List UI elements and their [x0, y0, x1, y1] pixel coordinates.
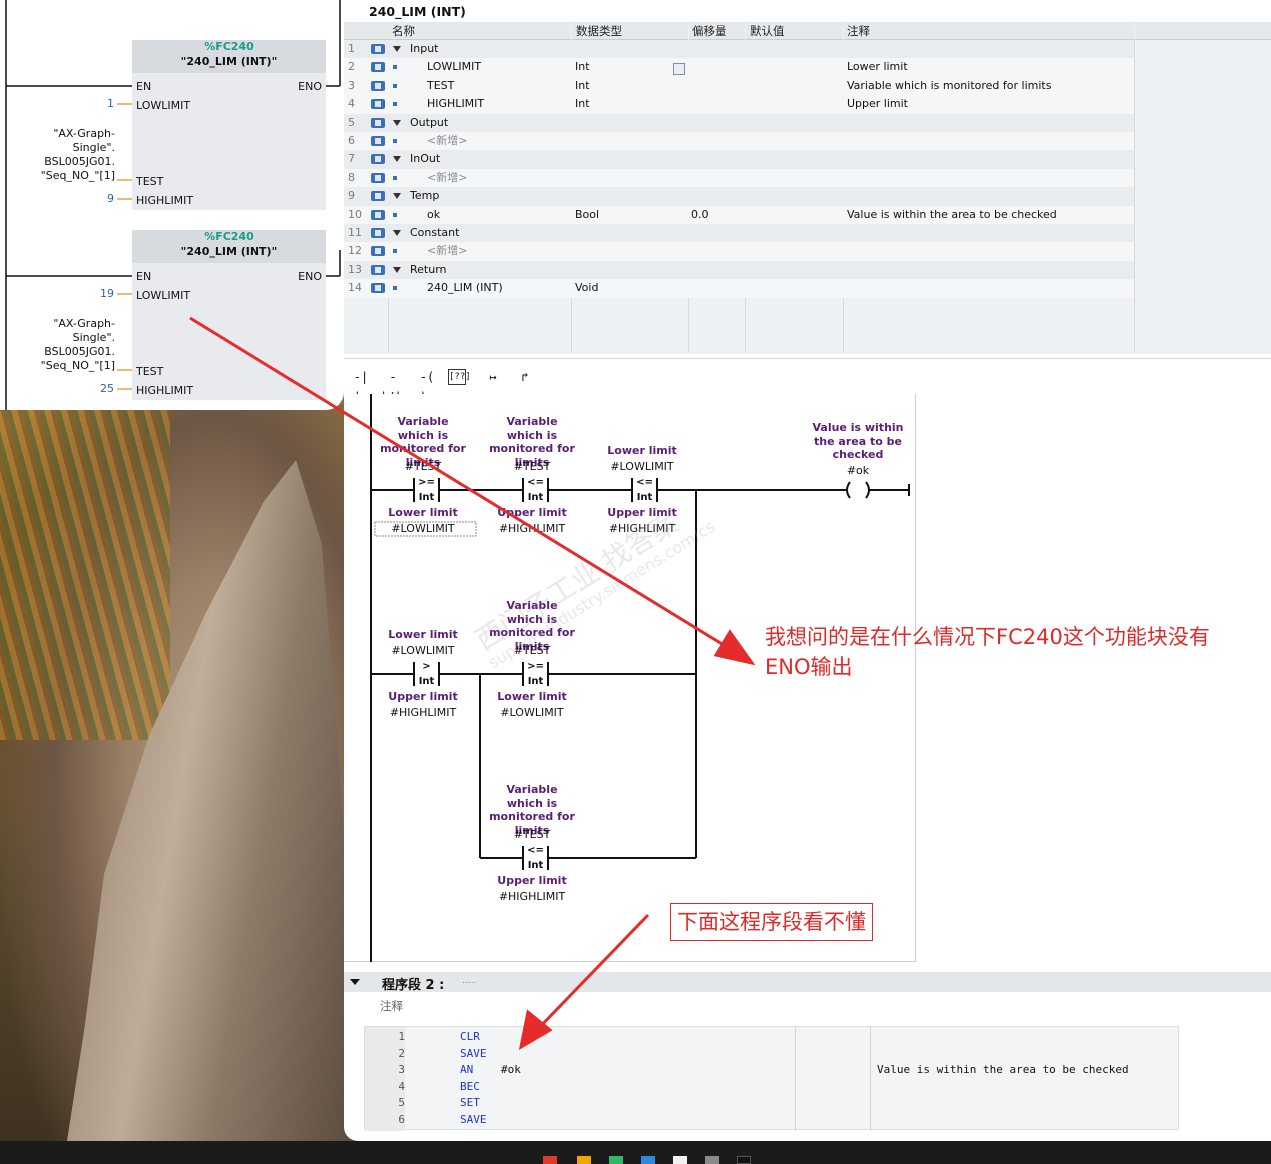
- taskbar-app-icon[interactable]: [673, 1156, 687, 1164]
- taskbar-app-icon[interactable]: [737, 1156, 751, 1164]
- taskbar-app-icon[interactable]: [577, 1156, 591, 1164]
- question-annotation: 我想问的是在什么情况下FC240这个功能块没有ENO输出: [765, 625, 1210, 679]
- annotation-arrows: [189, 316, 756, 1050]
- taskbar: [0, 1141, 1271, 1164]
- note-annotation: 下面这程序段看不懂: [670, 903, 873, 941]
- taskbar-app-icon[interactable]: [609, 1156, 623, 1164]
- taskbar-app-icon[interactable]: [705, 1156, 719, 1164]
- taskbar-app-icon[interactable]: [641, 1156, 655, 1164]
- taskbar-app-icon[interactable]: [543, 1156, 557, 1164]
